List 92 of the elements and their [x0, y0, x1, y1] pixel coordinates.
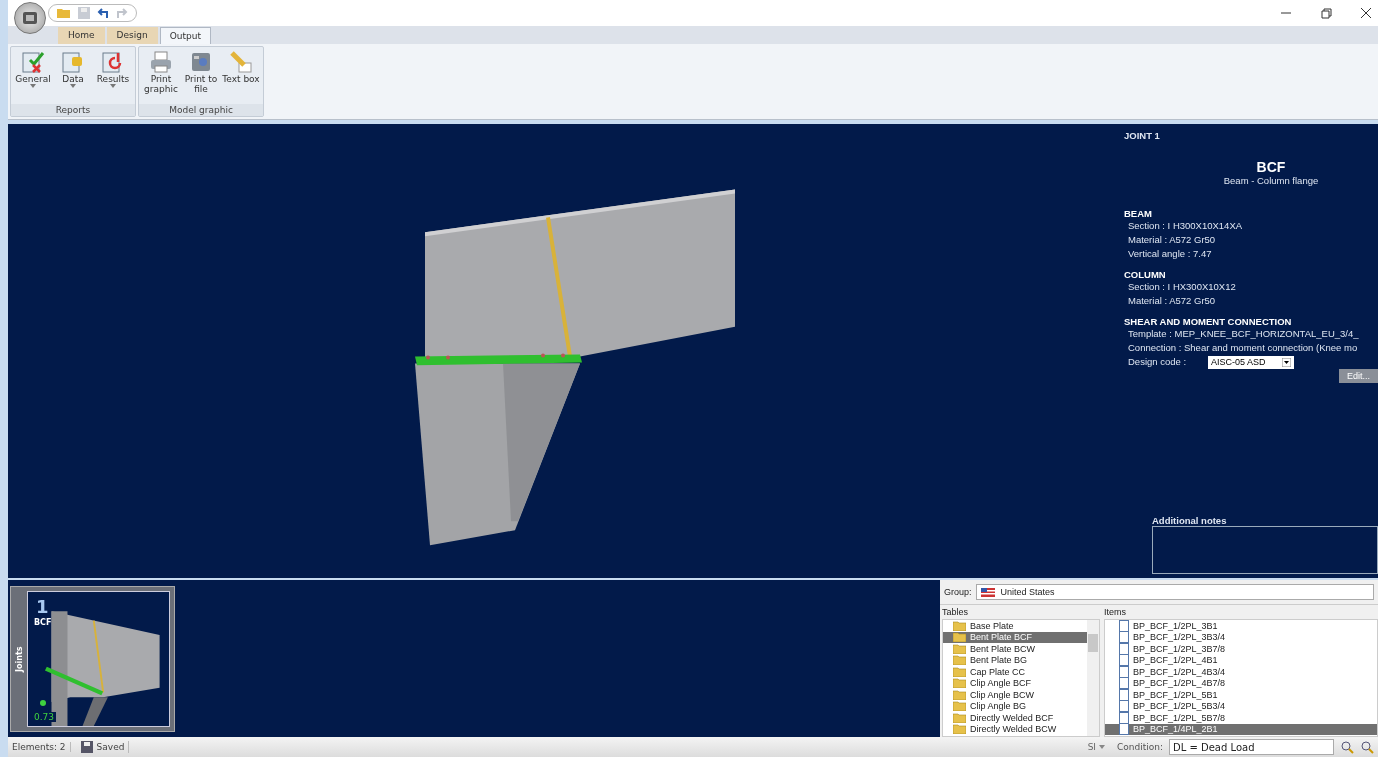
folder-icon [953, 712, 966, 723]
group-dropdown[interactable]: United States [975, 584, 1374, 601]
table-item[interactable]: Clip Angle BCW [943, 689, 1087, 701]
joint-title: JOINT 1 [1124, 130, 1161, 142]
section-heading: BEAM [1124, 208, 1153, 220]
property-line: Section : I H300X10X14XA [1127, 219, 1244, 234]
document-icon [1119, 642, 1129, 655]
design-code-label: Design code : [1127, 355, 1187, 370]
tables-header: Tables [942, 606, 969, 620]
folder-icon [953, 701, 966, 712]
items-header: Items [1104, 606, 1127, 620]
ratio-value: 0.73 [32, 712, 57, 723]
ribbon-tab[interactable]: Output [159, 26, 211, 44]
ribbon-button[interactable]: Results [93, 48, 133, 103]
table-item[interactable]: Cap Plate CC [943, 666, 1087, 678]
units-dropdown[interactable]: SI [1081, 741, 1111, 754]
ribbon-button[interactable]: Data [53, 48, 93, 103]
elements-count: Elements: 2 [8, 742, 71, 753]
folder-icon [953, 689, 966, 700]
item-row[interactable]: BP_BCF_1/2PL_4B7/8 [1105, 677, 1377, 690]
joints-tab[interactable]: Joints [15, 591, 24, 728]
joint-thumbnail[interactable]: 1 BCF 0.73 [27, 591, 170, 728]
table-item[interactable]: Bent Plate BCW [943, 643, 1087, 655]
document-icon [1119, 631, 1129, 644]
design-code-dropdown[interactable]: AISC-05 ASD [1208, 355, 1295, 369]
printer-icon [149, 49, 173, 74]
application-menu-button[interactable] [14, 2, 46, 34]
ribbon-button[interactable]: Print to file [181, 48, 221, 103]
caret-icon [1099, 745, 1105, 750]
item-row[interactable]: BP_BCF_1/2PL_4B1 [1105, 654, 1377, 667]
ribbon-tab[interactable]: Home [58, 26, 105, 44]
folder-icon [953, 724, 966, 735]
folder-icon [953, 678, 966, 689]
document-icon [1119, 677, 1129, 690]
flag-icon [980, 587, 995, 597]
item-row[interactable]: BP_BCF_1/2PL_4B3/4 [1105, 666, 1377, 678]
pencil-icon [229, 49, 253, 74]
condition-label: Condition: [1117, 742, 1163, 753]
property-line: Material : A572 Gr50 [1127, 294, 1217, 309]
property-line: Vertical angle : 7.47 [1127, 247, 1213, 262]
joint-number: 1 [36, 596, 49, 618]
notes-field[interactable] [1152, 526, 1378, 575]
caret-icon [1282, 357, 1292, 367]
item-row[interactable]: BP_BCF_1/2PL_3B1 [1105, 620, 1377, 632]
table-item[interactable]: Bent Plate BG [943, 654, 1087, 667]
section-heading: SHEAR AND MOMENT CONNECTION [1124, 316, 1293, 328]
item-row[interactable]: BP_BCF_1/2PL_5B1 [1105, 689, 1377, 701]
property-line: Section : I HX300X10X12 [1127, 280, 1237, 295]
document-icon [1119, 700, 1129, 713]
ribbon-button[interactable]: Print graphic [141, 48, 181, 103]
document-icon [1119, 665, 1129, 678]
item-row[interactable]: BP_BCF_1/2PL_3B7/8 [1105, 643, 1377, 655]
report-check-icon [21, 49, 45, 74]
close-icon[interactable] [1360, 6, 1372, 19]
group-label: Group: [944, 587, 972, 598]
condition-dropdown[interactable]: DL = Dead Load [1169, 739, 1334, 756]
table-item[interactable]: Directly Welded BCF [943, 712, 1087, 724]
joint-code: BCF [1255, 159, 1287, 176]
table-item[interactable]: Bent Plate BCF [943, 631, 1087, 644]
table-item[interactable]: Base Plate [943, 620, 1087, 632]
group-label: Reports [11, 104, 135, 117]
property-line: Connection : Shear and moment connection (Knee mo [1127, 341, 1359, 356]
joint-code: BCF [34, 618, 52, 628]
ribbon-button[interactable]: Text box [221, 48, 261, 103]
save-status: Saved [96, 742, 125, 753]
ribbon-button[interactable]: General [13, 48, 53, 103]
folder-icon [953, 655, 966, 666]
item-row[interactable]: BP_BCF_1/2PL_5B3/4 [1105, 700, 1377, 713]
item-row[interactable]: BP_BCF_1/2PL_5B7/8 [1105, 712, 1377, 724]
property-line: Template : MEP_KNEE_BCF_HORIZONTAL_EU_3/4_ [1127, 327, 1360, 342]
group-label: Model graphic [139, 104, 263, 117]
joint-description: Beam - Column flange [1222, 175, 1320, 187]
document-icon [1119, 688, 1129, 701]
table-item[interactable]: Directly Welded BCW [943, 723, 1087, 736]
document-icon [1119, 654, 1129, 667]
property-line: Material : A572 Gr50 [1127, 233, 1217, 248]
report-data-icon [61, 49, 85, 74]
item-row[interactable]: BP_BCF_1/4PL_2B1 [1105, 723, 1377, 736]
save-icon [80, 741, 93, 754]
joint-thumbnail-card[interactable]: Joints 1 BCF 0.73 [10, 586, 175, 733]
notes-label: Additional notes [1152, 515, 1228, 527]
table-item[interactable]: Clip Angle BCF [943, 677, 1087, 690]
folder-icon [953, 632, 966, 643]
scrollbar[interactable] [1087, 620, 1099, 737]
folder-icon [953, 666, 966, 677]
item-row[interactable]: BP_BCF_1/2PL_3B3/4 [1105, 631, 1377, 644]
restore-icon[interactable] [1320, 6, 1332, 19]
document-icon [1119, 711, 1129, 724]
ribbon-tab[interactable]: Design [106, 26, 158, 44]
undo-icon[interactable] [97, 6, 109, 19]
table-item[interactable]: Clip Angle BG [943, 700, 1087, 713]
section-heading: COLUMN [1124, 269, 1167, 281]
